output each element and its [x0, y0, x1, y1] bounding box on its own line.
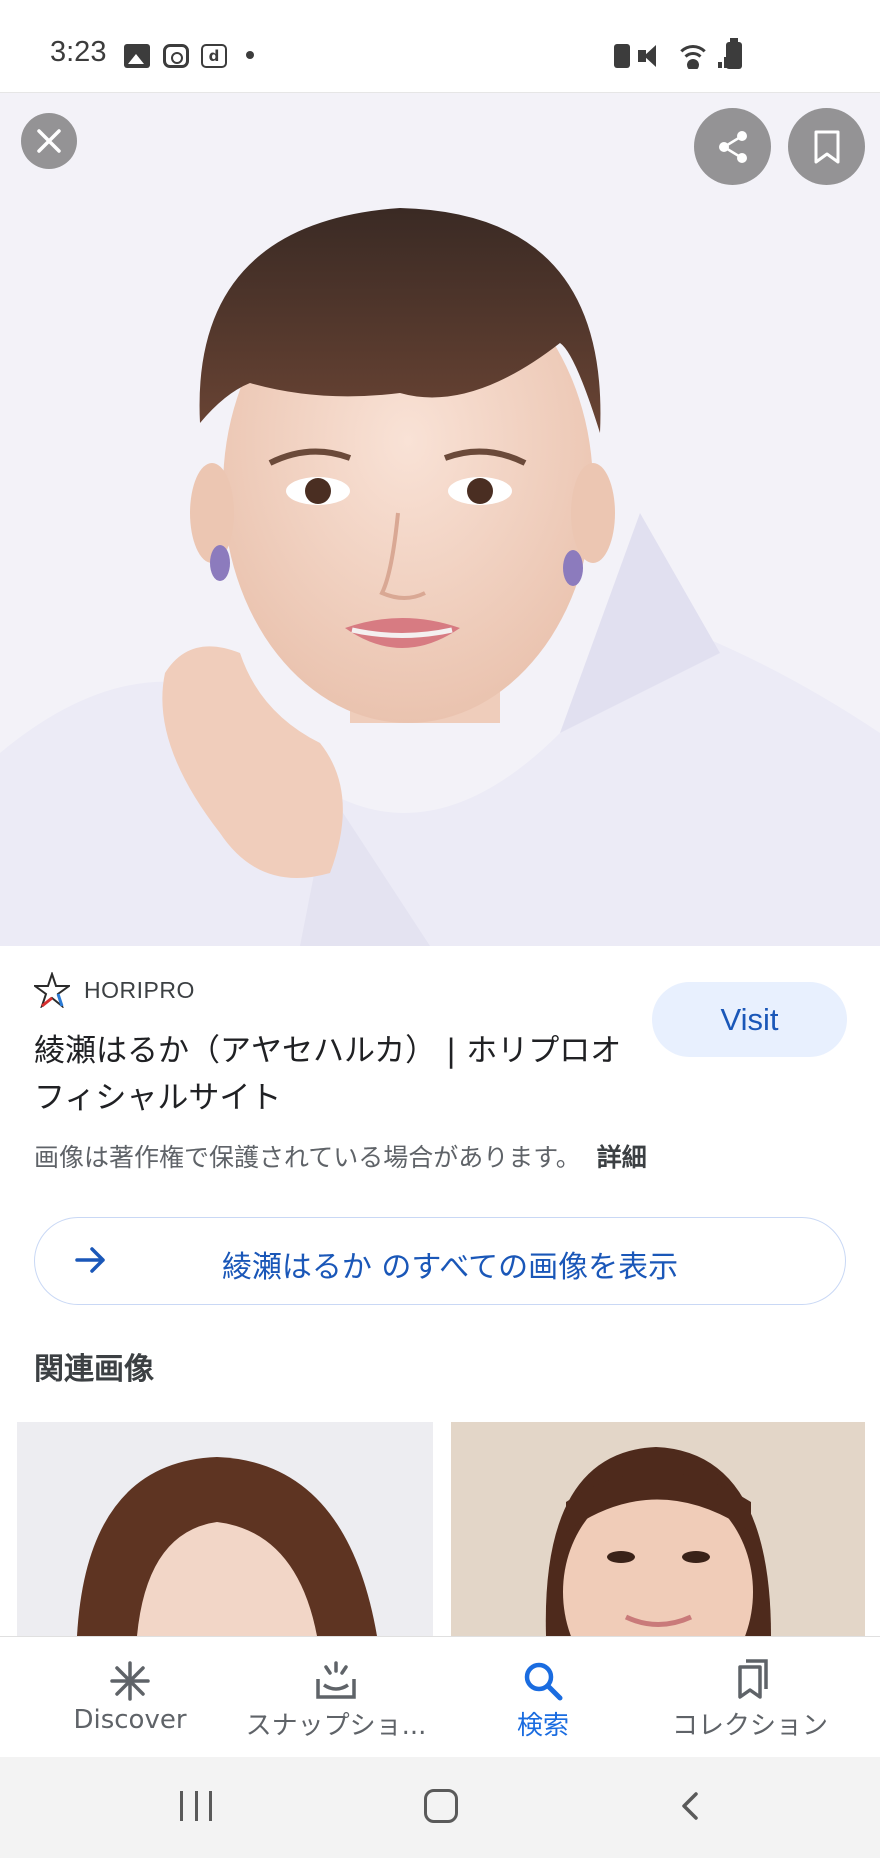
nav-snapshot[interactable]: スナップショ...: [226, 1637, 446, 1757]
related-images-heading: 関連画像: [34, 1352, 154, 1387]
home-button[interactable]: [424, 1789, 458, 1823]
horipro-logo-icon: [34, 972, 70, 1008]
status-bar: 3:23 d: [0, 0, 880, 93]
related-photo-1: [17, 1422, 433, 1636]
status-right-icons: [614, 40, 740, 72]
snapshot-icon: [316, 1661, 356, 1699]
battery-icon: [726, 38, 742, 69]
collections-icon: [738, 1659, 768, 1699]
related-image-thumbnail[interactable]: [17, 1422, 433, 1636]
system-navigation-bar: [0, 1757, 880, 1858]
related-photo-2: [451, 1422, 865, 1636]
asterisk-icon: [110, 1661, 150, 1701]
status-time: 3:23: [50, 36, 107, 68]
nav-discover[interactable]: Discover: [20, 1637, 240, 1757]
source-row[interactable]: HORIPRO: [34, 972, 195, 1008]
nav-search[interactable]: 検索: [433, 1637, 653, 1757]
nav-collections[interactable]: コレクション: [640, 1637, 860, 1757]
instagram-icon: [163, 44, 189, 68]
result-title[interactable]: 綾瀬はるか（アヤセハルカ） | ホリプロオフィシャルサイト: [34, 1028, 634, 1122]
source-name: HORIPRO: [84, 976, 195, 1003]
search-icon: [524, 1662, 563, 1701]
gallery-icon: [124, 44, 150, 68]
save-button[interactable]: [788, 108, 865, 185]
recent-apps-button[interactable]: [180, 1791, 212, 1821]
wifi-icon: [676, 43, 710, 69]
nav-label: Discover: [73, 1705, 187, 1735]
mute-icon: [638, 44, 668, 68]
visit-button[interactable]: Visit: [652, 982, 847, 1057]
share-icon: [718, 130, 747, 163]
close-button[interactable]: [21, 113, 77, 169]
details-link[interactable]: 詳細: [597, 1143, 647, 1172]
nav-label: コレクション: [671, 1711, 828, 1741]
back-button[interactable]: [676, 1791, 706, 1821]
bookmark-icon: [814, 130, 839, 163]
image-preview[interactable]: [0, 93, 880, 946]
bottom-navigation: Discover スナップショ... 検索 コレクション: [0, 1636, 880, 1757]
nav-label: スナップショ...: [245, 1711, 427, 1741]
battery-saver-icon: [614, 44, 630, 68]
close-icon: [37, 129, 61, 153]
all-images-button[interactable]: 綾瀬はるか のすべての画像を表示: [34, 1217, 846, 1305]
notification-dot-icon: [246, 51, 254, 59]
share-button[interactable]: [694, 108, 771, 185]
nav-label: 検索: [516, 1711, 569, 1741]
all-images-label: 綾瀬はるか のすべての画像を表示: [221, 1250, 679, 1285]
d-app-icon: d: [201, 44, 227, 68]
related-image-thumbnail[interactable]: [451, 1422, 865, 1636]
copyright-text: 画像は著作権で保護されている場合があります。: [34, 1143, 581, 1172]
portrait-photo: [0, 93, 880, 946]
copyright-notice: 画像は著作権で保護されている場合があります。 詳細: [34, 1138, 647, 1174]
